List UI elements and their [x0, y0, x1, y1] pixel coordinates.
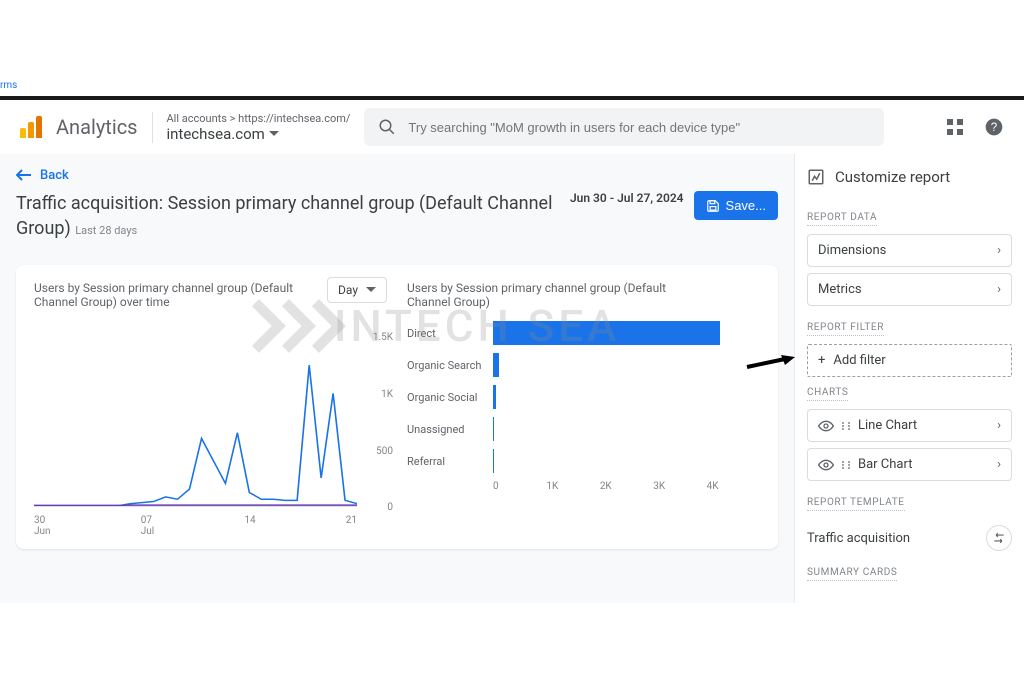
bar-row: Organic Search — [407, 349, 760, 381]
customize-sidebar: Customize report REPORT DATA Dimensions … — [794, 154, 1024, 603]
back-link[interactable]: Back — [16, 168, 69, 183]
bar-row: Unassigned — [407, 413, 760, 445]
arrow-left-icon — [16, 169, 32, 181]
swap-icon — [992, 531, 1006, 545]
date-span-label: Last 28 days — [75, 224, 137, 237]
swap-template-button[interactable] — [986, 525, 1012, 551]
bar-segment — [493, 449, 494, 473]
bar-row: Organic Social — [407, 381, 760, 413]
template-name: Traffic acquisition — [807, 531, 910, 546]
search-input[interactable] — [408, 120, 870, 135]
truncated-text: rms — [0, 80, 17, 91]
granularity-select[interactable]: Day — [327, 277, 387, 303]
chevron-right-icon: › — [997, 418, 1001, 433]
bar-category-label: Organic Search — [407, 359, 493, 372]
caret-down-icon — [269, 131, 279, 137]
section-summary-cards: SUMMARY CARDS — [807, 567, 897, 581]
section-report-template: REPORT TEMPLATE — [807, 497, 905, 511]
line-chart-option[interactable]: Line Chart › — [807, 409, 1012, 442]
customize-icon — [807, 168, 825, 186]
bar-segment — [493, 353, 499, 377]
section-report-filter: REPORT FILTER — [807, 322, 884, 336]
search-icon — [378, 118, 396, 136]
eye-icon — [818, 420, 834, 432]
plus-icon: + — [818, 353, 825, 368]
line-chart: 1.5K1K5000 30Jun07Jul1421 — [34, 337, 387, 537]
drag-handle-icon[interactable] — [842, 422, 850, 430]
line-chart-label: Line Chart — [858, 418, 917, 433]
caret-down-icon — [366, 287, 376, 293]
bar-chart-title: Users by Session primary channel group (… — [407, 281, 667, 309]
search-bar[interactable] — [364, 108, 884, 146]
section-report-data: REPORT DATA — [807, 212, 877, 226]
save-button[interactable]: Save... — [694, 191, 778, 220]
line-chart-title: Users by Session primary channel group (… — [34, 281, 294, 309]
chevron-right-icon: › — [997, 457, 1001, 472]
section-charts: CHARTS — [807, 387, 848, 401]
property-name: intechsea.com — [167, 125, 265, 143]
page-title: Traffic acquisition: Session primary cha… — [16, 191, 560, 241]
bar-row: Direct — [407, 317, 760, 349]
bar-row: Referral — [407, 445, 760, 477]
analytics-logo-icon — [20, 116, 42, 138]
browser-chrome-strip: rms — [0, 0, 1024, 100]
account-path: All accounts > https://intechsea.com/ — [167, 112, 351, 125]
line-chart-pane: Users by Session primary channel group (… — [34, 281, 387, 537]
bar-chart-pane: Users by Session primary channel group (… — [407, 281, 760, 537]
bar-category-label: Referral — [407, 455, 493, 468]
chevron-right-icon: › — [997, 243, 1001, 258]
dimensions-label: Dimensions — [818, 243, 886, 258]
bar-chart-label: Bar Chart — [858, 457, 912, 472]
dimensions-option[interactable]: Dimensions › — [807, 234, 1012, 267]
app-header: Analytics All accounts > https://intechs… — [0, 100, 1024, 154]
chevron-right-icon: › — [997, 282, 1001, 297]
bar-segment — [493, 417, 494, 441]
date-range-picker[interactable]: Jun 30 - Jul 27, 2024 — [570, 191, 684, 207]
bar-chart: Direct Organic Search Organic Social Unassi… — [407, 317, 760, 492]
eye-icon — [818, 459, 834, 471]
svg-text:?: ? — [991, 121, 998, 134]
bar-segment — [493, 321, 720, 345]
charts-card: Users by Session primary channel group (… — [16, 265, 778, 549]
bar-chart-option[interactable]: Bar Chart › — [807, 448, 1012, 481]
template-row: Traffic acquisition — [807, 519, 1012, 557]
granularity-value: Day — [338, 283, 358, 297]
bar-category-label: Organic Social — [407, 391, 493, 404]
add-filter-label: Add filter — [833, 353, 885, 368]
bar-category-label: Direct — [407, 327, 493, 340]
bar-category-label: Unassigned — [407, 423, 493, 436]
main-report-area: Back Traffic acquisition: Session primar… — [0, 154, 794, 603]
save-label: Save... — [726, 198, 766, 213]
save-icon — [706, 199, 720, 213]
bar-segment — [493, 385, 496, 409]
metrics-option[interactable]: Metrics › — [807, 273, 1012, 306]
metrics-label: Metrics — [818, 282, 862, 297]
add-filter-button[interactable]: + Add filter — [807, 344, 1012, 377]
help-icon[interactable]: ? — [984, 117, 1004, 137]
back-label: Back — [40, 168, 69, 183]
sidebar-title: Customize report — [807, 168, 1012, 186]
product-name: Analytics — [56, 115, 138, 139]
apps-grid-icon[interactable] — [946, 118, 964, 136]
account-switcher[interactable]: All accounts > https://intechsea.com/ in… — [152, 112, 351, 143]
drag-handle-icon[interactable] — [842, 461, 850, 469]
